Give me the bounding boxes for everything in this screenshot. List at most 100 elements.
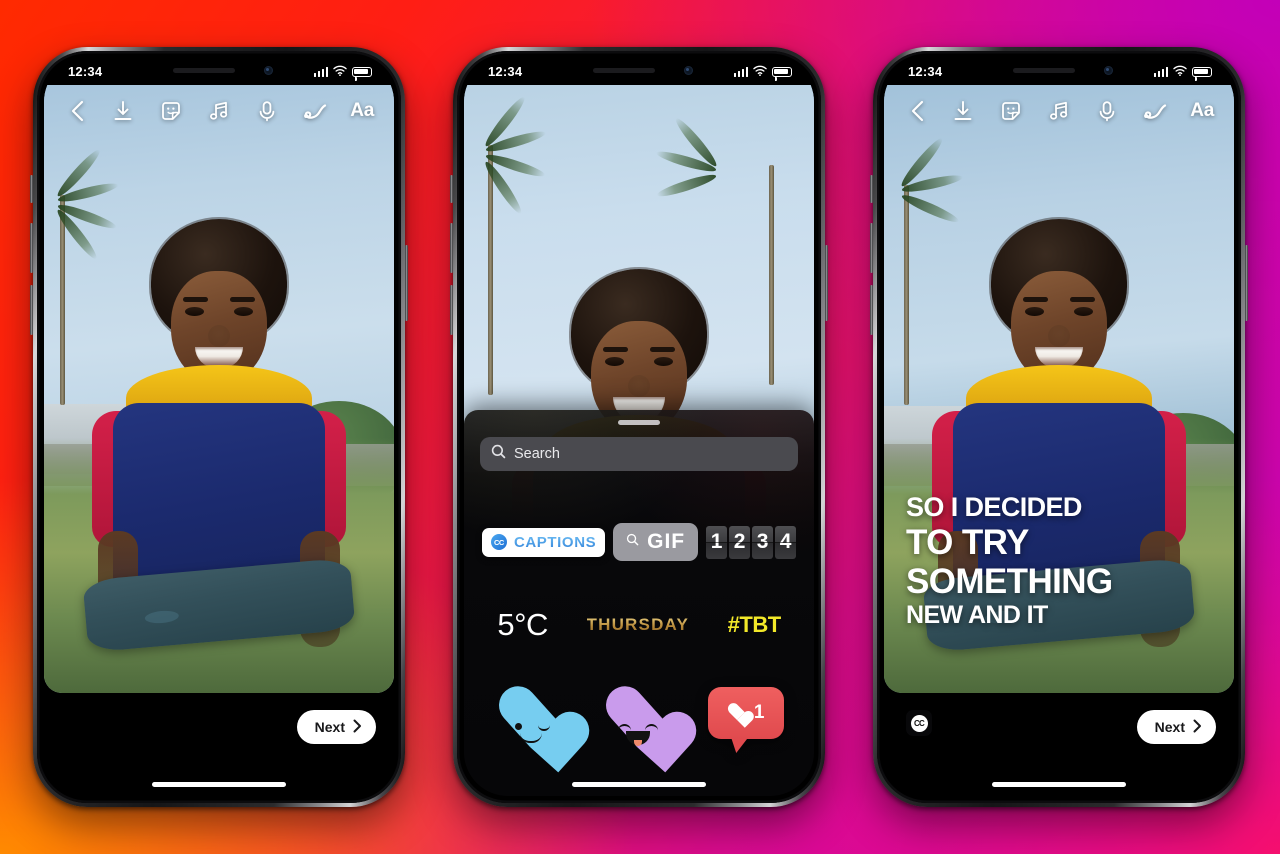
wifi-icon — [333, 63, 347, 81]
download-icon[interactable] — [950, 98, 976, 124]
caption-line: SO I DECIDED — [906, 492, 1082, 522]
volume-up-button[interactable] — [450, 223, 453, 273]
phone-screen: Aa Next 12:34 — [44, 58, 394, 796]
sticker-search-text: Search — [514, 446, 560, 462]
smiling-heart-sticker[interactable] — [601, 687, 675, 755]
phone-screen: Search CC CAPTIONS GIF 1 2 3 4 5°C THURS… — [464, 58, 814, 796]
cellular-bars-icon — [1153, 66, 1168, 77]
phone-2-sticker-tray: Search CC CAPTIONS GIF 1 2 3 4 5°C THURS… — [450, 47, 828, 807]
speaker-grille — [593, 68, 655, 73]
battery-icon — [352, 66, 372, 77]
promo-background: Aa Next 12:34 Search CC CAPTIONS GIF 1 2… — [0, 0, 1280, 854]
draw-squiggle-icon[interactable] — [1142, 98, 1168, 124]
mute-switch[interactable] — [450, 175, 453, 203]
home-indicator[interactable] — [152, 782, 286, 787]
winking-heart-sticker[interactable] — [494, 687, 568, 755]
phone-3-captions-preview: SO I DECIDED TO TRY SOMETHING NEW AND IT… — [870, 47, 1248, 807]
search-icon — [626, 533, 639, 551]
palm-trunk — [488, 145, 493, 395]
captions-sticker-label: CAPTIONS — [513, 533, 597, 551]
power-button[interactable] — [405, 245, 408, 321]
wifi-icon — [1173, 63, 1187, 81]
front-camera-icon — [264, 66, 273, 75]
hashtag-tbt-sticker[interactable]: #TBT — [728, 612, 782, 638]
mute-switch[interactable] — [870, 175, 873, 203]
next-button-label: Next — [1154, 719, 1185, 735]
chevron-left-icon[interactable] — [64, 98, 90, 124]
chevron-left-icon[interactable] — [904, 98, 930, 124]
cellular-bars-icon — [313, 66, 328, 77]
gif-label: GIF — [647, 530, 686, 553]
captions-sticker[interactable]: CC CAPTIONS — [481, 527, 606, 557]
caption-line: NEW AND IT — [906, 601, 1048, 629]
next-button[interactable]: Next — [296, 710, 376, 744]
music-note-icon[interactable] — [206, 98, 232, 124]
phone-notch — [975, 58, 1143, 85]
gif-sticker-button[interactable]: GIF — [613, 523, 699, 561]
weekday-sticker[interactable]: THURSDAY — [587, 615, 690, 635]
volume-down-button[interactable] — [30, 285, 33, 335]
sticker-icon[interactable] — [998, 98, 1024, 124]
wifi-icon — [753, 63, 767, 81]
chevron-right-icon — [353, 719, 362, 736]
heart-icon — [727, 704, 747, 722]
chevron-right-icon — [1193, 719, 1202, 736]
volume-up-button[interactable] — [870, 223, 873, 273]
status-clock: 12:34 — [488, 64, 523, 79]
search-icon — [491, 444, 506, 464]
sticker-row-1: CC CAPTIONS GIF 1 2 3 4 — [464, 523, 814, 561]
cc-icon: CC — [910, 714, 928, 732]
home-indicator[interactable] — [992, 782, 1126, 787]
sticker-icon[interactable] — [158, 98, 184, 124]
battery-icon — [772, 66, 792, 77]
microphone-icon[interactable] — [254, 98, 280, 124]
story-toolbar: Aa — [44, 88, 394, 134]
countdown-digit: 3 — [752, 525, 774, 559]
story-photo[interactable] — [44, 85, 394, 693]
volume-down-button[interactable] — [870, 285, 873, 335]
drag-handle-icon[interactable] — [618, 420, 660, 425]
palm-trunk — [904, 185, 909, 405]
phone-1-story-editor: Aa Next 12:34 — [30, 47, 408, 807]
status-clock: 12:34 — [908, 64, 943, 79]
power-button[interactable] — [825, 245, 828, 321]
sticker-row-2: 5°C THURSDAY #TBT — [464, 607, 814, 643]
person-subject — [82, 218, 356, 693]
phone-notch — [555, 58, 723, 85]
caption-line: TO TRY — [906, 523, 1029, 562]
volume-up-button[interactable] — [30, 223, 33, 273]
next-button[interactable]: Next — [1136, 710, 1216, 744]
cc-badge[interactable]: CC — [906, 710, 932, 736]
music-note-icon[interactable] — [1046, 98, 1072, 124]
front-camera-icon — [1104, 66, 1113, 75]
captions-overlay[interactable]: SO I DECIDED TO TRY SOMETHING NEW AND IT — [906, 494, 1214, 628]
temperature-sticker[interactable]: 5°C — [497, 607, 548, 643]
front-camera-icon — [684, 66, 693, 75]
phone-notch — [135, 58, 303, 85]
text-tool-label[interactable]: Aa — [350, 100, 374, 122]
like-notification-sticker[interactable]: 1 — [707, 687, 784, 755]
back-button[interactable] — [64, 98, 94, 124]
draw-squiggle-icon[interactable] — [302, 98, 328, 124]
download-icon[interactable] — [110, 98, 136, 124]
caption-line: SOMETHING — [906, 562, 1113, 601]
next-button-label: Next — [314, 719, 345, 735]
text-tool-label[interactable]: Aa — [1190, 100, 1214, 122]
microphone-icon[interactable] — [1094, 98, 1120, 124]
countdown-sticker[interactable]: 1 2 3 4 — [706, 525, 797, 559]
mute-switch[interactable] — [30, 175, 33, 203]
home-indicator[interactable] — [572, 782, 706, 787]
like-count: 1 — [753, 702, 765, 723]
countdown-digit: 2 — [729, 525, 751, 559]
story-toolbar: Aa — [884, 88, 1234, 134]
phone-screen: SO I DECIDED TO TRY SOMETHING NEW AND IT… — [884, 58, 1234, 796]
back-button[interactable] — [904, 98, 934, 124]
battery-icon — [1192, 66, 1212, 77]
volume-down-button[interactable] — [450, 285, 453, 335]
sticker-tray-panel: Search CC CAPTIONS GIF 1 2 3 4 5°C THURS… — [464, 410, 814, 796]
power-button[interactable] — [1245, 245, 1248, 321]
speaker-grille — [173, 68, 235, 73]
status-clock: 12:34 — [68, 64, 103, 79]
countdown-digit: 4 — [775, 525, 797, 559]
sticker-search-input[interactable]: Search — [480, 437, 798, 471]
